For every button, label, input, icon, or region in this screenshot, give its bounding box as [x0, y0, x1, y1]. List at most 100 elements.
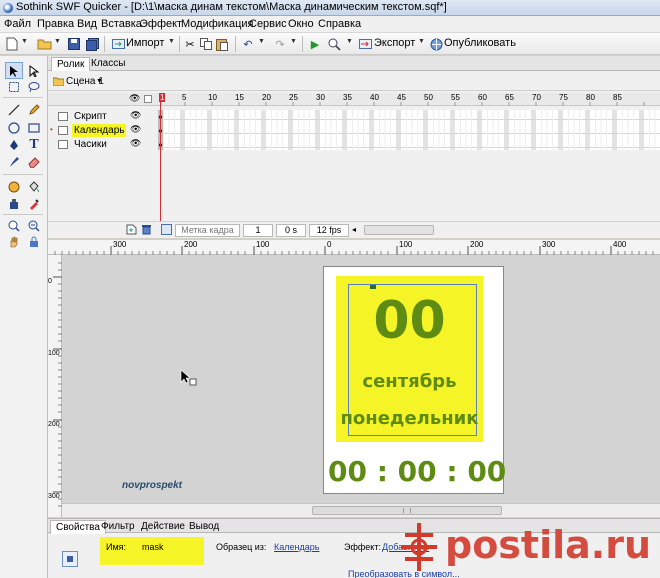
frame-number: 55: [451, 93, 460, 102]
ellipse-icon[interactable]: [5, 119, 23, 136]
active-layer-marker-icon: •: [50, 125, 53, 134]
eye-icon[interactable]: 👁: [130, 124, 141, 135]
main-toolbar: ▼ ▼ Импорт ▼ ✂ ↶ ▼ ↷ ▼ ▶ ▼ Экспорт ▼ Опу…: [0, 33, 660, 55]
preview-icon[interactable]: [326, 36, 342, 52]
eye-icon[interactable]: 👁: [129, 93, 140, 104]
paste-icon[interactable]: [214, 36, 230, 52]
chevron-down-icon[interactable]: ▼: [168, 38, 175, 45]
onion-skin-icon[interactable]: [161, 224, 172, 238]
fill-transform-icon[interactable]: [5, 178, 23, 195]
chevron-down-icon[interactable]: ▼: [346, 38, 353, 45]
lock-column-icon[interactable]: [144, 95, 152, 103]
save-icon[interactable]: [66, 36, 82, 52]
timeline-hscroll-thumb[interactable]: [364, 225, 434, 235]
chevron-down-icon[interactable]: ▼: [418, 38, 425, 45]
chevron-down-icon[interactable]: ▼: [258, 38, 265, 45]
import-button[interactable]: Импорт: [126, 37, 164, 49]
pen-icon[interactable]: [5, 136, 23, 153]
scroll-left-icon[interactable]: ◂: [352, 225, 360, 236]
eye-icon[interactable]: 👁: [130, 110, 141, 121]
eyedropper-icon[interactable]: [25, 195, 43, 212]
stage-hscroll-thumb[interactable]: [312, 506, 502, 515]
ink-bottle-icon[interactable]: [5, 195, 23, 212]
layer-row-calendar[interactable]: • Календарь 👁: [48, 124, 158, 137]
brush-icon[interactable]: [5, 153, 23, 170]
menu-insert[interactable]: Вставка: [101, 18, 142, 30]
redo-icon[interactable]: ↷: [272, 36, 288, 52]
frames-grid[interactable]: [158, 106, 660, 152]
menu-modify[interactable]: Модификация: [181, 18, 254, 30]
stage-canvas[interactable]: 00 сентябрь понедельник 00 : 00 : 00: [323, 266, 506, 494]
sample-link[interactable]: Календарь: [274, 542, 319, 552]
stage-hscroll[interactable]: [62, 503, 660, 517]
layer-name[interactable]: Календарь: [72, 124, 127, 137]
month-text[interactable]: сентябрь: [336, 370, 483, 394]
select-arrow-icon[interactable]: [5, 62, 23, 79]
save-all-icon[interactable]: [84, 36, 100, 52]
paint-bucket-icon[interactable]: [25, 178, 43, 195]
tab-output[interactable]: Вывод: [184, 520, 224, 534]
chevron-down-icon[interactable]: ▼: [21, 38, 28, 45]
new-file-icon[interactable]: [4, 36, 20, 52]
layer-name[interactable]: Часики: [72, 138, 109, 151]
eye-icon[interactable]: 👁: [130, 138, 141, 149]
hand-icon[interactable]: [5, 233, 23, 250]
day-number-text[interactable]: 00: [336, 291, 483, 351]
layer-row-clock[interactable]: Часики 👁: [48, 138, 158, 151]
menu-effect[interactable]: Эффект: [140, 18, 182, 30]
transform-icon[interactable]: [5, 78, 23, 95]
fps-field[interactable]: 12 fps: [309, 224, 349, 237]
cut-icon[interactable]: ✂: [182, 36, 198, 52]
layer-name[interactable]: Скрипт: [72, 110, 109, 123]
menu-view[interactable]: Вид: [77, 18, 97, 30]
layer-row-script[interactable]: Скрипт 👁: [48, 110, 158, 123]
play-icon[interactable]: ▶: [307, 36, 323, 52]
undo-icon[interactable]: ↶: [240, 36, 256, 52]
tab-action[interactable]: Действие: [136, 520, 190, 534]
clock-text[interactable]: 00 : 00 : 00: [328, 454, 506, 490]
tab-filter[interactable]: Фильтр: [96, 520, 140, 534]
time-field: 0 s: [276, 224, 306, 237]
chevron-down-icon[interactable]: ▼: [54, 38, 61, 45]
publish-button[interactable]: Опубликовать: [444, 37, 516, 49]
zoom-out-icon[interactable]: [25, 217, 43, 234]
frame-number: 20: [262, 93, 271, 102]
rectangle-icon[interactable]: [25, 119, 43, 136]
current-frame-field[interactable]: 1: [243, 224, 273, 237]
import-icon[interactable]: [110, 36, 126, 52]
symbol-type-icon: [62, 551, 78, 567]
menu-window[interactable]: Окно: [288, 18, 314, 30]
zoom-in-icon[interactable]: [5, 217, 23, 234]
layer-icon: [58, 140, 68, 149]
delete-layer-icon[interactable]: [141, 224, 152, 238]
publish-icon[interactable]: [428, 36, 444, 52]
stage-workspace[interactable]: 00 сентябрь понедельник 00 : 00 : 00 nov…: [62, 255, 660, 503]
pencil-icon[interactable]: [25, 101, 43, 118]
horizontal-ruler-ticks: [54, 246, 654, 255]
eraser-icon[interactable]: [25, 153, 43, 170]
open-folder-icon[interactable]: [36, 36, 52, 52]
subselect-arrow-icon[interactable]: [25, 62, 43, 79]
weekday-text[interactable]: понедельник: [336, 407, 483, 431]
chevron-down-icon[interactable]: ▼: [290, 38, 297, 45]
export-button[interactable]: Экспорт: [374, 37, 415, 49]
frame-ruler-ticks: [160, 102, 645, 106]
chevron-down-icon[interactable]: ▼: [96, 78, 103, 85]
lock-icon[interactable]: [25, 233, 43, 250]
export-icon[interactable]: [357, 36, 373, 52]
line-tool-icon[interactable]: [5, 101, 23, 118]
frame-number: 30: [316, 93, 325, 102]
menu-help[interactable]: Справка: [318, 18, 361, 30]
tab-classes[interactable]: Классы: [86, 57, 130, 71]
lasso-icon[interactable]: [25, 78, 43, 95]
name-field[interactable]: mask: [142, 542, 164, 552]
add-layer-icon[interactable]: [126, 224, 137, 238]
text-tool-icon[interactable]: T: [25, 136, 43, 153]
copy-icon[interactable]: [198, 36, 214, 52]
tab-movie[interactable]: Ролик: [51, 57, 91, 71]
playhead-line[interactable]: [160, 101, 161, 221]
menu-file[interactable]: Файл: [4, 18, 31, 30]
menu-tools[interactable]: Сервис: [249, 18, 287, 30]
menu-edit[interactable]: Правка: [37, 18, 74, 30]
frame-label-field[interactable]: Метка кадра: [175, 224, 240, 237]
